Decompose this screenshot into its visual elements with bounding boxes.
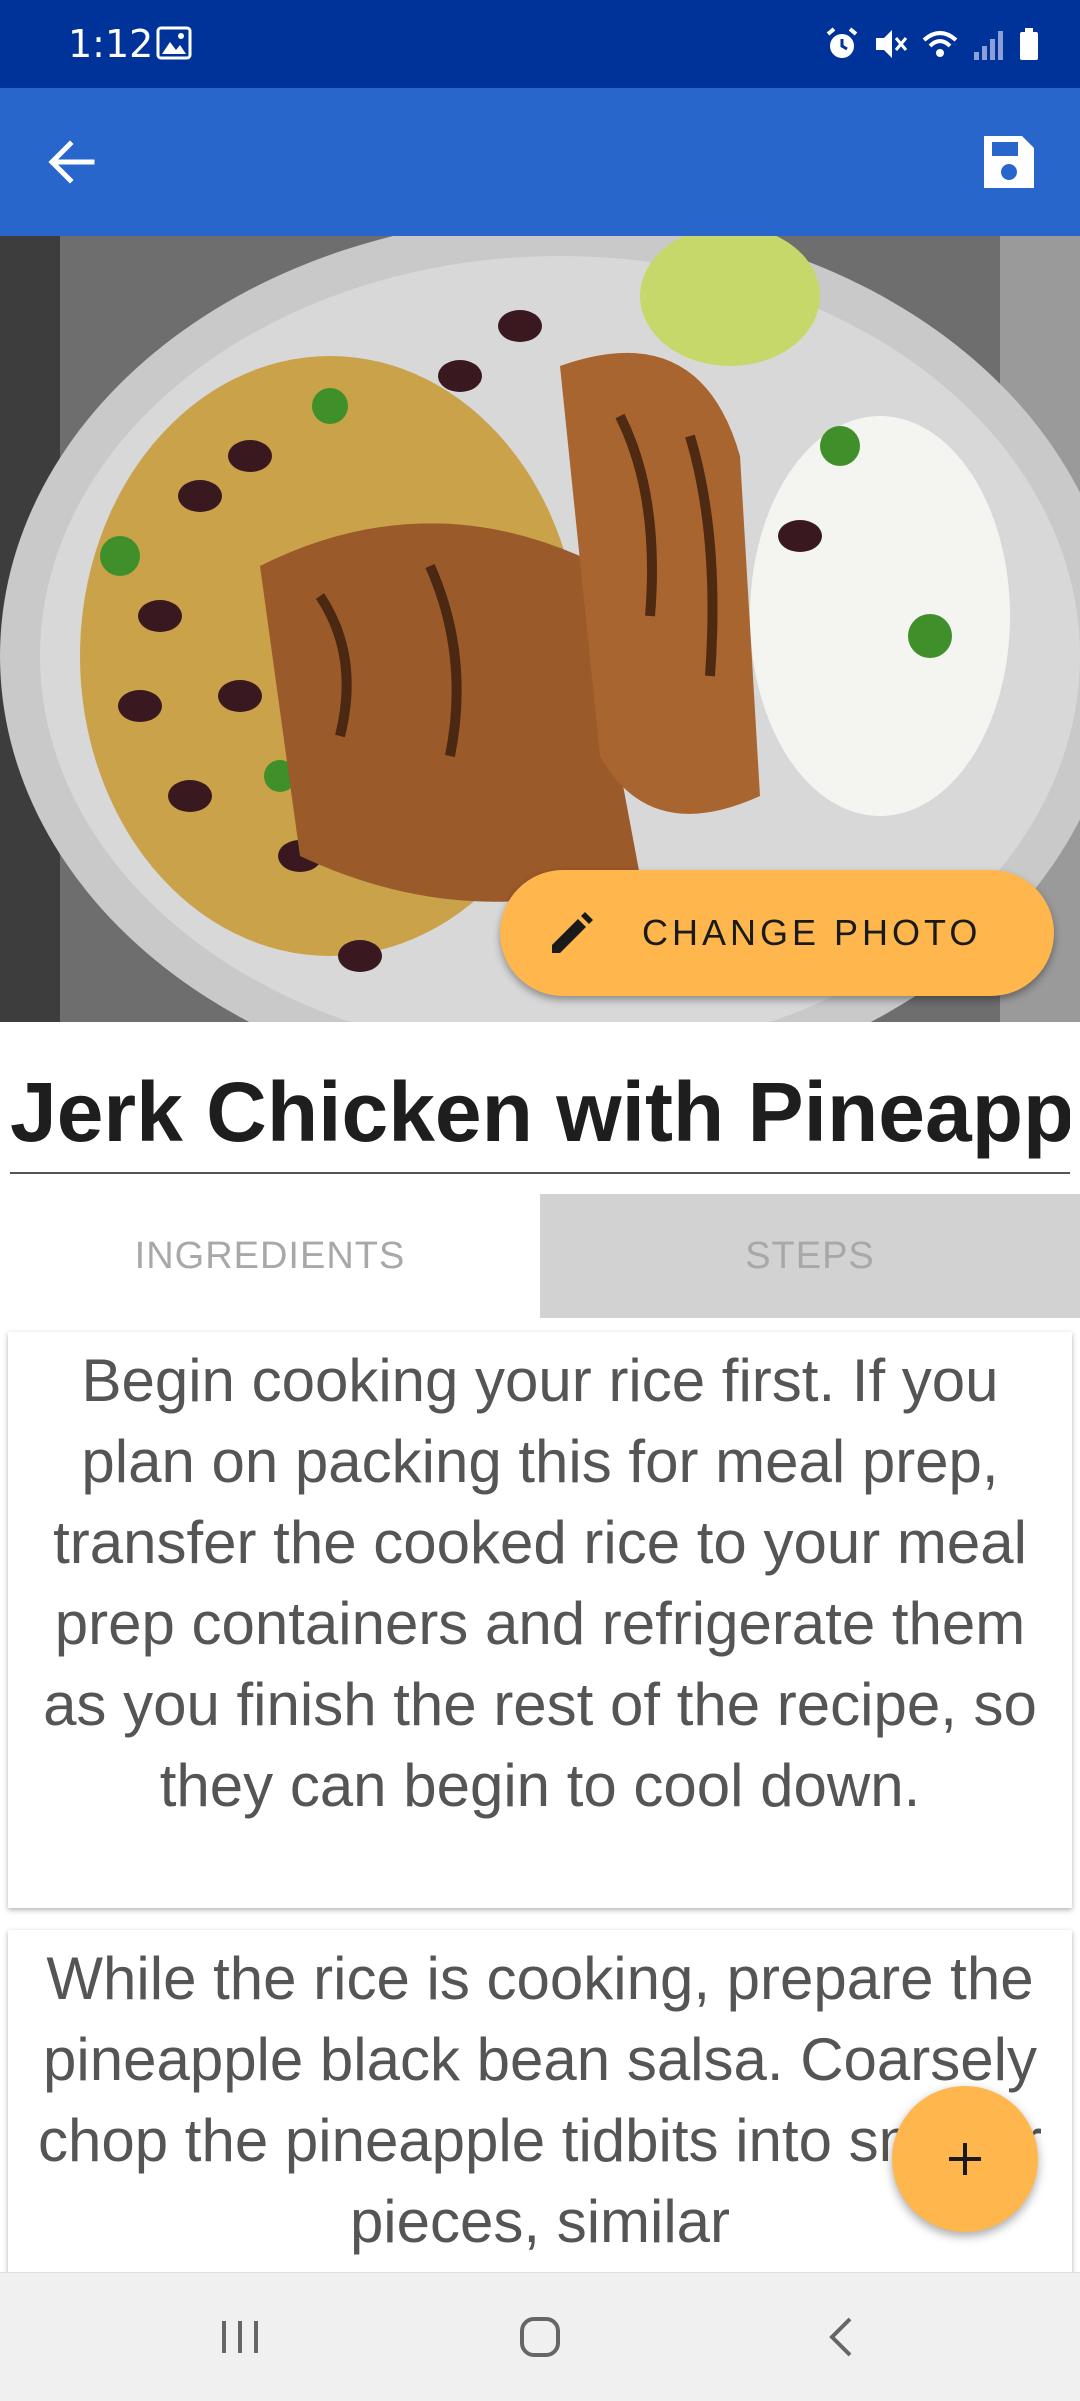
system-nav-bar	[0, 2272, 1080, 2401]
plus-icon	[949, 2143, 981, 2175]
gallery-icon	[156, 26, 192, 60]
pencil-icon	[552, 912, 593, 953]
signal-icon	[974, 31, 1003, 60]
change-photo-label: CHANGE PHOTO	[642, 912, 982, 953]
add-step-button[interactable]	[892, 2086, 1038, 2232]
tab-bar: INGREDIENTS STEPS	[0, 1194, 1080, 1318]
tab-steps[interactable]: STEPS	[540, 1194, 1080, 1318]
tab-ingredients[interactable]: INGREDIENTS	[0, 1194, 540, 1318]
status-icons	[824, 24, 1040, 64]
arrow-back-icon[interactable]	[40, 130, 104, 194]
back-nav-icon	[829, 2317, 852, 2357]
status-bar: 1:12	[0, 0, 1080, 88]
wifi-icon	[922, 31, 958, 57]
home-icon	[520, 2317, 560, 2357]
change-photo-button[interactable]: CHANGE PHOTO	[500, 870, 1054, 996]
recipe-title-field[interactable]: Jerk Chicken with Pineapple Black Bean S…	[10, 1050, 1070, 1174]
app-bar	[0, 88, 1080, 236]
recents-icon	[222, 2321, 258, 2353]
step-text: Begin cooking your rice first. If you pl…	[43, 1347, 1037, 1819]
recents-button[interactable]	[210, 2307, 270, 2367]
recipe-title: Jerk Chicken with Pineapple Black Bean S…	[10, 1065, 1070, 1159]
alarm-icon	[826, 27, 858, 58]
status-time: 1:12	[68, 22, 154, 66]
home-button[interactable]	[510, 2307, 570, 2367]
back-nav-button[interactable]	[812, 2307, 872, 2367]
mute-icon	[876, 30, 908, 58]
step-card[interactable]: Begin cooking your rice first. If you pl…	[8, 1332, 1072, 1908]
battery-icon	[1020, 28, 1038, 60]
step-text: While the rice is cooking, prepare the p…	[38, 1945, 1042, 2255]
save-icon[interactable]	[976, 130, 1040, 194]
